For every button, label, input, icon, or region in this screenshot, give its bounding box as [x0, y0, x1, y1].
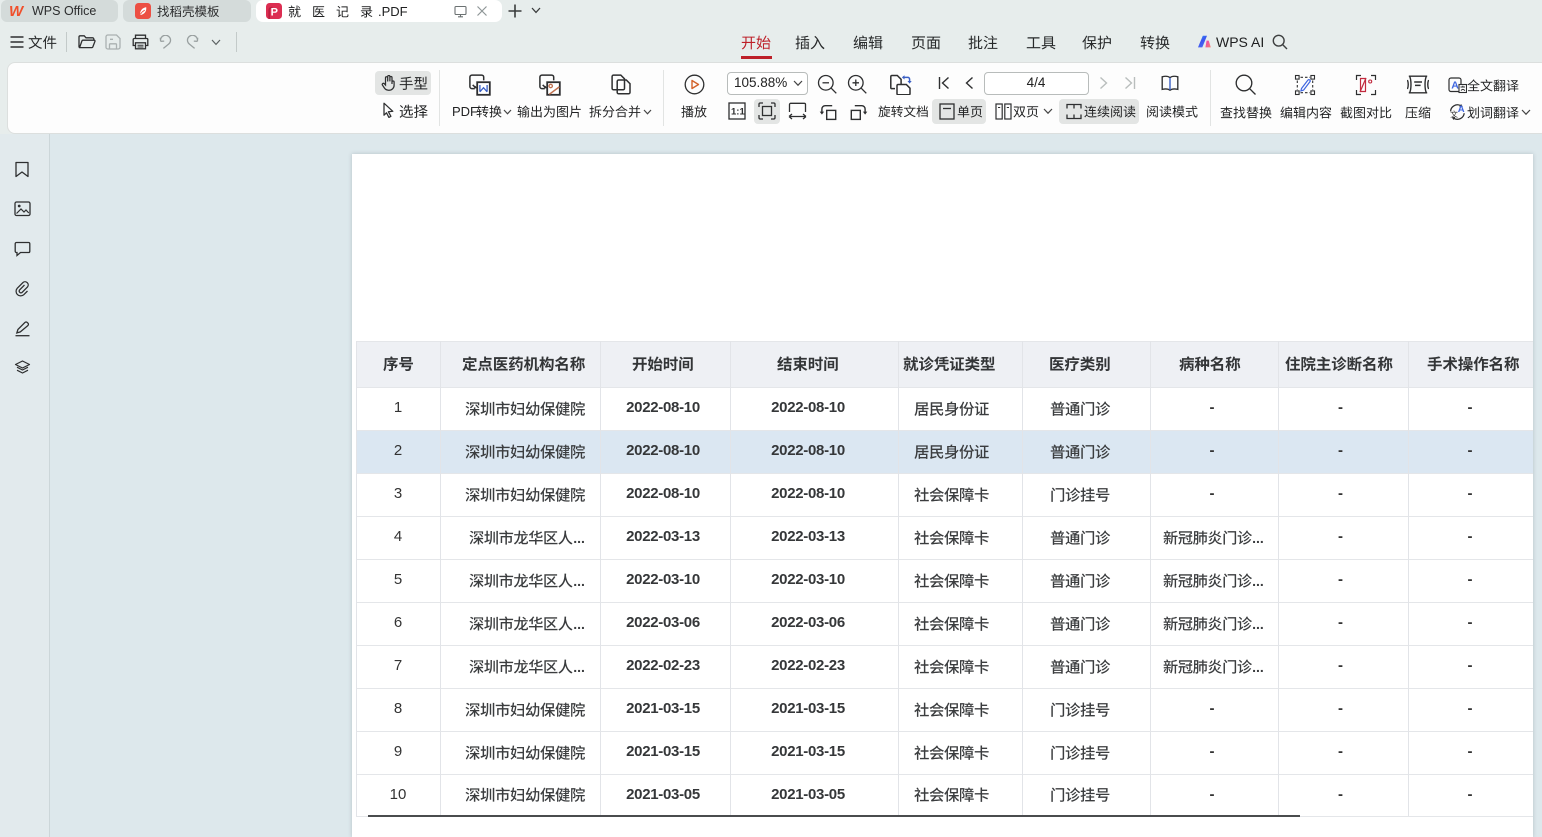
svg-text:A: A [1451, 80, 1459, 92]
svg-text:P: P [271, 6, 278, 18]
svg-text:W: W [9, 3, 25, 19]
svg-text:1:1: 1:1 [731, 107, 745, 118]
svg-text:A: A [1458, 104, 1465, 115]
